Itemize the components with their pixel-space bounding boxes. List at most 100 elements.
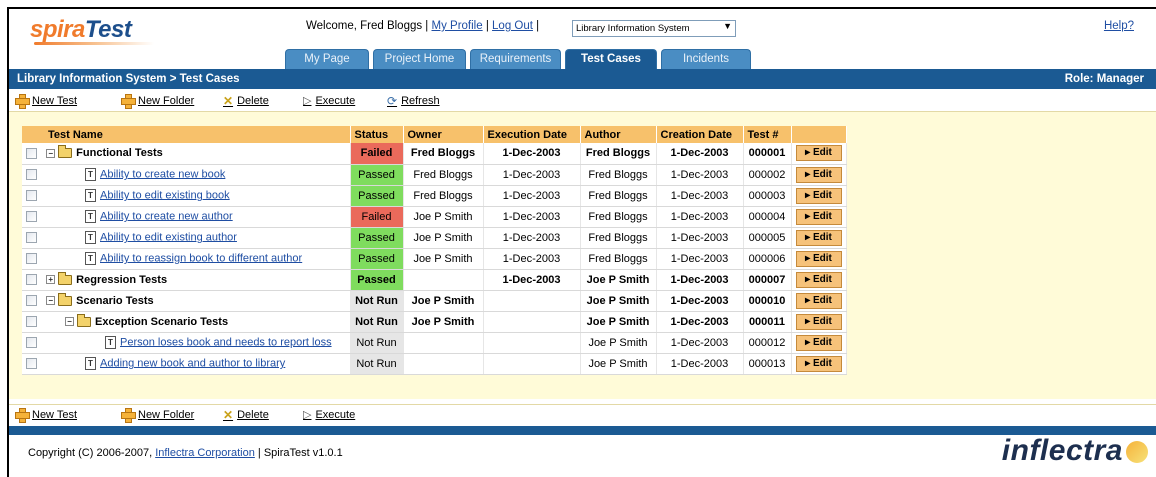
edit-button[interactable]: ▸ Edit xyxy=(795,334,842,351)
execution-date-cell xyxy=(483,311,581,333)
new-folder-button[interactable]: New Folder xyxy=(121,94,194,109)
refresh-button[interactable]: ⟳ Refresh xyxy=(387,94,440,108)
row-checkbox[interactable] xyxy=(26,232,37,243)
row-checkbox[interactable] xyxy=(26,337,37,348)
role-label: Role: Manager xyxy=(1064,73,1144,85)
column-header-execution-date[interactable]: Execution Date xyxy=(483,126,581,143)
tab-my-page[interactable]: My Page xyxy=(285,49,369,69)
row-checkbox[interactable] xyxy=(26,147,37,159)
status-cell: Not Run xyxy=(350,311,404,333)
delete-button[interactable]: ✕ Delete xyxy=(223,94,269,108)
row-checkbox[interactable] xyxy=(26,274,37,286)
test-case-link[interactable]: Ability to reassign book to different au… xyxy=(100,252,302,264)
edit-button[interactable]: ▸ Edit xyxy=(795,292,842,309)
edit-button[interactable]: ▸ Edit xyxy=(795,250,842,267)
tab-incidents[interactable]: Incidents xyxy=(661,49,751,69)
execute-button[interactable]: ▷ Execute xyxy=(303,94,355,108)
row-checkbox[interactable] xyxy=(26,316,37,328)
folder-closed-icon xyxy=(58,271,73,285)
column-header-creation-date[interactable]: Creation Date xyxy=(656,126,744,143)
table-row: T Adding new book and author to library N… xyxy=(22,353,847,375)
test-case-icon: T xyxy=(85,231,96,244)
test-case-link[interactable]: Ability to edit existing author xyxy=(100,231,237,243)
edit-button[interactable]: ▸ Edit xyxy=(795,166,842,183)
row-checkbox[interactable] xyxy=(26,295,37,307)
help-link[interactable]: Help? xyxy=(1104,20,1134,32)
folder-name[interactable]: Exception Scenario Tests xyxy=(95,316,228,328)
owner-cell xyxy=(403,332,484,354)
row-checkbox[interactable] xyxy=(26,253,37,264)
row-checkbox[interactable] xyxy=(26,211,37,222)
delete-icon: ✕ xyxy=(223,94,234,108)
row-checkbox[interactable] xyxy=(26,358,37,369)
copyright-text: Copyright (C) 2006-2007, xyxy=(28,447,153,459)
test-number-cell: 000007 xyxy=(743,269,792,291)
row-checkbox[interactable] xyxy=(26,169,37,180)
collapse-icon[interactable]: − xyxy=(46,296,56,306)
execution-date-cell: 1-Dec-2003 xyxy=(483,227,581,249)
project-select[interactable]: Library Information System ▼ xyxy=(572,20,736,37)
play-icon: ▷ xyxy=(303,95,312,107)
new-test-button[interactable]: New Test xyxy=(15,94,77,109)
footer-divider xyxy=(9,426,1156,435)
new-folder-button[interactable]: New Folder xyxy=(121,408,194,423)
edit-button[interactable]: ▸ Edit xyxy=(795,271,842,288)
footer: Copyright (C) 2006-2007, Inflectra Corpo… xyxy=(28,447,343,459)
edit-button[interactable]: ▸ Edit xyxy=(795,208,842,225)
breadcrumb-bar: Library Information System > Test Cases … xyxy=(9,69,1156,89)
execution-date-cell: 1-Dec-2003 xyxy=(483,143,581,165)
logo-spira: spira xyxy=(30,16,85,43)
creation-date-cell: 1-Dec-2003 xyxy=(656,143,744,165)
logout-link[interactable]: Log Out xyxy=(492,20,533,32)
test-case-link[interactable]: Ability to create new author xyxy=(100,210,233,222)
test-number-cell: 000002 xyxy=(743,164,792,186)
test-case-link[interactable]: Adding new book and author to library xyxy=(100,357,285,369)
tab-requirements[interactable]: Requirements xyxy=(470,49,561,69)
tab-project-home[interactable]: Project Home xyxy=(373,49,466,69)
collapse-icon[interactable]: − xyxy=(46,148,56,158)
creation-date-cell: 1-Dec-2003 xyxy=(656,311,744,333)
execution-date-cell: 1-Dec-2003 xyxy=(483,248,581,270)
edit-button[interactable]: ▸ Edit xyxy=(795,229,842,246)
execute-button[interactable]: ▷ Execute xyxy=(303,408,355,422)
edit-button[interactable]: ▸ Edit xyxy=(795,187,842,204)
actions-cell: ▸ Edit xyxy=(791,164,847,186)
button-label: Delete xyxy=(237,95,269,107)
execution-date-cell: 1-Dec-2003 xyxy=(483,185,581,207)
edit-button[interactable]: ▸ Edit xyxy=(795,355,842,372)
actions-cell: ▸ Edit xyxy=(791,353,847,375)
test-case-link[interactable]: Person loses book and needs to report lo… xyxy=(120,336,332,348)
new-test-button[interactable]: New Test xyxy=(15,408,77,423)
tab-label: Requirements xyxy=(479,53,552,65)
inflectra-link[interactable]: Inflectra Corporation xyxy=(155,447,255,459)
column-header-owner[interactable]: Owner xyxy=(403,126,484,143)
folder-name[interactable]: Scenario Tests xyxy=(76,295,153,307)
creation-date-cell: 1-Dec-2003 xyxy=(656,206,744,228)
column-header-test-number[interactable]: Test # xyxy=(743,126,792,143)
edit-button[interactable]: ▸ Edit xyxy=(795,313,842,330)
table-row: + Regression Tests Passed 1-Dec-2003 Joe … xyxy=(22,269,847,291)
separator: | xyxy=(536,20,540,32)
column-header-author[interactable]: Author xyxy=(580,126,657,143)
delete-button[interactable]: ✕ Delete xyxy=(223,408,269,422)
expand-icon[interactable]: + xyxy=(46,275,56,285)
actions-cell: ▸ Edit xyxy=(791,185,847,207)
author-cell: Fred Bloggs xyxy=(580,227,657,249)
my-profile-link[interactable]: My Profile xyxy=(432,20,483,32)
column-header-test-name[interactable]: Test Name xyxy=(22,126,351,143)
row-checkbox[interactable] xyxy=(26,190,37,201)
play-icon: ▷ xyxy=(303,409,312,421)
welcome-bar: Welcome, Fred Bloggs | My Profile | Log … xyxy=(306,20,539,32)
column-header-status[interactable]: Status xyxy=(350,126,404,143)
tab-test-cases[interactable]: Test Cases xyxy=(565,49,657,69)
collapse-icon[interactable]: − xyxy=(65,317,74,327)
edit-button[interactable]: ▸ Edit xyxy=(795,145,842,162)
test-case-link[interactable]: Ability to create new book xyxy=(100,168,225,180)
test-case-link[interactable]: Ability to edit existing book xyxy=(100,189,230,201)
spiratest-logo: spiraTest xyxy=(30,16,132,44)
project-select-value: Library Information System xyxy=(576,23,690,34)
brand-text: inflectra xyxy=(1001,434,1123,467)
folder-name[interactable]: Regression Tests xyxy=(76,274,167,286)
folder-name[interactable]: Functional Tests xyxy=(76,147,163,159)
table-row: − Functional Tests Failed Fred Bloggs 1-D… xyxy=(22,143,847,165)
